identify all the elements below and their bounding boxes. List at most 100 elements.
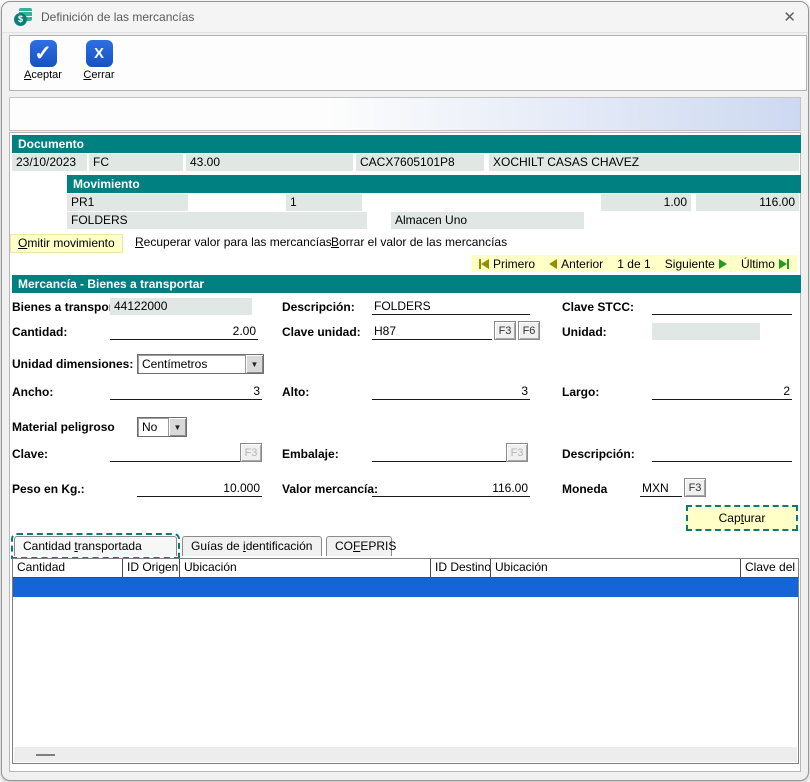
unit-label: Unidad: [562,325,607,339]
unit-code-f6-button[interactable]: F6 [518,321,540,340]
document-date-field: 23/10/2023 [12,154,87,171]
unit-field [652,323,760,340]
currency-input[interactable] [640,480,682,497]
hazardous-material-label: Material peligroso [12,420,115,434]
width-input[interactable] [110,383,262,400]
last-record-icon [779,259,789,269]
quantity-label: Cantidad: [12,325,67,339]
section-header-movimiento: Movimiento [67,175,801,193]
chevron-down-icon[interactable]: ▼ [168,418,186,436]
height-input[interactable] [372,383,530,400]
packaging-description-label: Descripción: [562,447,635,461]
previous-record-icon [549,259,557,269]
goods-code-field: 44122000 [110,298,252,315]
height-label: Alto: [282,385,309,399]
accept-button-label: Aceptar [24,69,62,81]
selected-empty-row[interactable] [13,578,798,597]
movement-value-field: 116.00 [696,194,799,211]
hazard-code-input[interactable] [110,445,240,462]
tab-cofepris[interactable]: COFEPRIS [326,536,392,556]
record-navigation-bar: Primero Anterior 1 de 1 Siguiente Último [471,255,797,272]
dimensions-unit-select[interactable]: Centímetros ▼ [137,354,264,374]
nav-next-button[interactable]: Siguiente [665,257,727,271]
title-bar: $ Definición de las mercancías ✕ [2,2,808,33]
goods-value-label: Valor mercancía: [282,482,378,496]
nav-previous-label: Anterior [561,257,603,271]
dialog-window: $ Definición de las mercancías ✕ ✓ Acept… [1,1,809,781]
nav-last-button[interactable]: Último [741,257,789,271]
nav-first-button[interactable]: Primero [479,257,535,271]
dimensions-unit-value: Centímetros [138,357,245,371]
packaging-description-input[interactable] [652,445,792,462]
movement-quantity-field: 1.00 [601,194,691,211]
quantity-input[interactable] [110,323,258,340]
content-panel: Documento 23/10/2023 FC 43.00 CACX760510… [9,132,801,772]
col-header-id-origen: ID Origen [123,559,180,577]
hazardous-material-select[interactable]: No ▼ [137,417,187,437]
weight-label: Peso en Kg.: [12,482,85,496]
chevron-down-icon[interactable]: ▼ [245,355,263,373]
document-type-field: FC [89,154,183,171]
currency-f3-button[interactable]: F3 [684,478,706,497]
next-record-icon [719,259,727,269]
packaging-f3-button: F3 [506,443,528,462]
recover-value-button[interactable]: Recuperar valor para las mercancías [128,234,339,251]
movement-description-field: FOLDERS [67,212,367,229]
scrollbar-thumb[interactable] [36,754,55,756]
close-button-label: Cerrar [83,69,114,81]
capture-button[interactable]: Capturar [686,505,798,531]
length-label: Largo: [562,385,599,399]
weight-input[interactable] [137,480,262,497]
window-close-icon[interactable]: ✕ [783,10,796,25]
col-header-clave-del: Clave del [741,559,798,577]
close-button[interactable]: X Cerrar [76,40,122,86]
clear-value-button[interactable]: Borrar el valor de las mercancías [324,234,514,251]
nav-first-label: Primero [493,257,535,271]
document-folio-field: 43.00 [186,154,353,171]
grid-header-row: Cantidad ID Origen Ubicación ID Destino … [13,559,798,578]
unit-code-f3-button[interactable]: F3 [494,321,516,340]
movement-product-field: PR1 [67,194,188,211]
app-icon-badge: $ [14,13,27,26]
accept-button[interactable]: ✓ Aceptar [20,40,66,86]
tab-cantidad-transportada[interactable]: Cantidad transportada [14,536,177,556]
dimensions-unit-label: Unidad dimensiones: [12,357,133,371]
nav-next-label: Siguiente [665,257,715,271]
col-header-cantidad: Cantidad [13,559,123,577]
packaging-input[interactable] [372,445,506,462]
tab-guias-identificacion[interactable]: Guías de identificación [182,536,322,556]
horizontal-scrollbar[interactable] [14,747,797,762]
app-icon: $ [14,8,32,26]
movement-warehouse-name-field: Almacen Uno [391,212,584,229]
first-record-icon [479,259,489,269]
x-icon: X [86,40,113,67]
col-header-id-destino: ID Destino [431,559,491,577]
toolbar: ✓ Aceptar X Cerrar [9,35,807,91]
check-icon: ✓ [30,40,57,67]
unit-code-label: Clave unidad: [282,325,361,339]
stcc-code-label: Clave STCC: [562,300,634,314]
description-label: Descripción: [282,300,355,314]
description-input[interactable] [372,298,530,315]
omit-movement-button[interactable]: Omitir movimiento [10,234,123,253]
document-rfc-field: CACX7605101P8 [356,154,484,171]
nav-previous-button[interactable]: Anterior [549,257,603,271]
record-position-indicator: 1 de 1 [617,257,650,271]
section-header-mercancia: Mercancía - Bienes a transportar [12,275,801,293]
window-title: Definición de las mercancías [41,10,194,24]
stcc-code-input[interactable] [652,298,792,315]
section-header-documento: Documento [12,135,801,153]
decorative-gradient-band [9,97,801,131]
hazardous-material-value: No [138,420,168,434]
unit-code-input[interactable] [372,323,492,340]
quantity-transported-grid: Cantidad ID Origen Ubicación ID Destino … [12,558,799,764]
col-header-ubicacion-origen: Ubicación [180,559,431,577]
col-header-ubicacion-destino: Ubicación [491,559,741,577]
document-client-field: XOCHILT CASAS CHAVEZ [489,154,799,171]
currency-label: Moneda [562,482,607,496]
width-label: Ancho: [12,385,53,399]
length-input[interactable] [652,383,792,400]
packaging-label: Embalaje: [282,447,339,461]
hazard-code-f3-button: F3 [240,443,262,462]
goods-value-input[interactable] [372,480,530,497]
